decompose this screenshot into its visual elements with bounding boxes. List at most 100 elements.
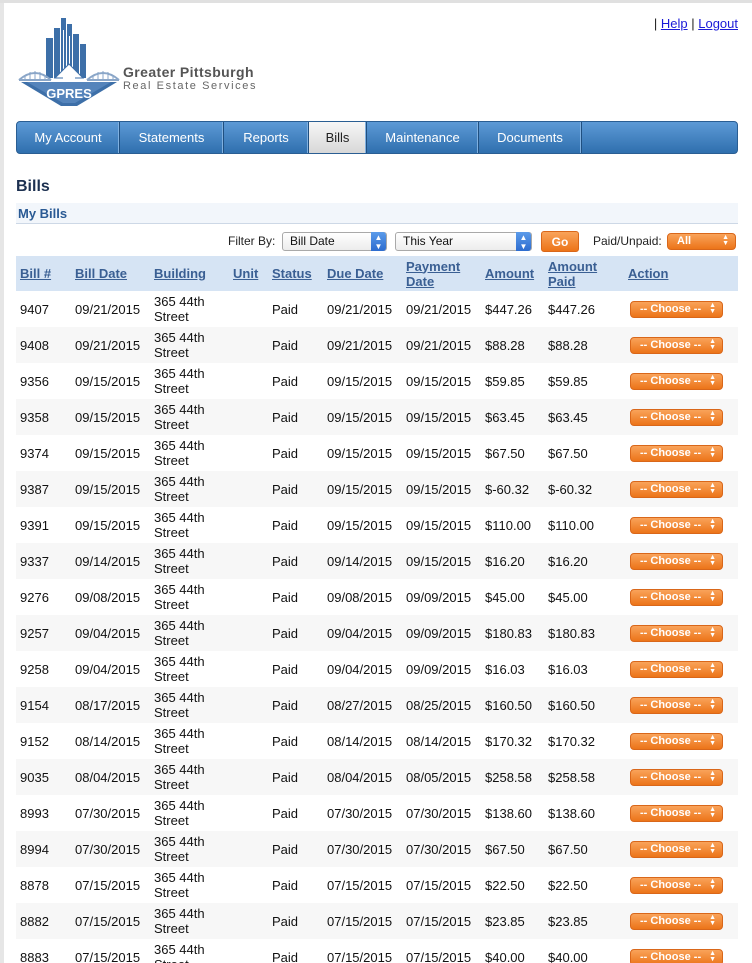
cell-status: Paid <box>272 589 299 605</box>
col-bill-number[interactable]: Bill # <box>20 256 51 291</box>
cell-due-date: 08/04/2015 <box>327 769 393 785</box>
nav-documents[interactable]: Documents <box>479 122 582 153</box>
cell-bill-number: 9374 <box>20 445 49 461</box>
section-title: My Bills <box>18 206 68 221</box>
cell-building: 365 44th Street <box>154 618 205 648</box>
action-select-value: -- Choose -- <box>640 806 702 819</box>
cell-building: 365 44th Street <box>154 474 205 504</box>
cell-amount-paid: $258.58 <box>548 769 595 785</box>
cell-due-date: 09/04/2015 <box>327 625 393 641</box>
table-row: 8882 07/15/2015 365 44th Street Paid 07/15/2… <box>16 903 738 939</box>
cell-amount: $-60.32 <box>485 481 530 497</box>
cell-action: -- Choose -- ▲ ▼ <box>630 327 723 363</box>
gpres-logo[interactable]: GPRES <box>17 16 277 108</box>
go-button[interactable]: Go <box>541 231 579 252</box>
action-select-value: -- Choose -- <box>640 338 702 351</box>
cell-payment-date: 09/09/2015 <box>406 661 472 677</box>
col-payment-date[interactable]: Payment Date <box>406 256 476 291</box>
cell-payment-date: 07/30/2015 <box>406 841 472 857</box>
action-select[interactable]: -- Choose -- ▲ ▼ <box>630 372 723 390</box>
action-select-value: -- Choose -- <box>640 374 702 387</box>
nav-maintenance[interactable]: Maintenance <box>367 122 479 153</box>
col-amount-paid[interactable]: Amount Paid <box>548 256 608 291</box>
action-select-value: -- Choose -- <box>640 302 702 315</box>
col-status[interactable]: Status <box>272 256 312 291</box>
action-select[interactable]: -- Choose -- ▲ ▼ <box>630 552 723 570</box>
col-amount[interactable]: Amount <box>485 256 534 291</box>
table-row: 9258 09/04/2015 365 44th Street Paid 09/04/2… <box>16 651 738 687</box>
action-select-value: -- Choose -- <box>640 590 702 603</box>
cell-due-date: 09/15/2015 <box>327 409 393 425</box>
filter-field-select[interactable]: Bill Date ▲ ▼ <box>282 232 387 251</box>
action-select[interactable]: -- Choose -- ▲ ▼ <box>630 876 723 894</box>
cell-bill-date: 07/15/2015 <box>75 949 141 963</box>
cell-payment-date: 09/15/2015 <box>406 373 472 389</box>
action-select[interactable]: -- Choose -- ▲ ▼ <box>630 480 723 498</box>
cell-action: -- Choose -- ▲ ▼ <box>630 651 723 687</box>
action-select[interactable]: -- Choose -- ▲ ▼ <box>630 336 723 354</box>
col-action[interactable]: Action <box>628 256 668 291</box>
cell-action: -- Choose -- ▲ ▼ <box>630 687 723 723</box>
cell-amount-paid: $40.00 <box>548 949 588 963</box>
nav-reports[interactable]: Reports <box>224 122 309 153</box>
action-select[interactable]: -- Choose -- ▲ ▼ <box>630 840 723 858</box>
cell-due-date: 08/14/2015 <box>327 733 393 749</box>
table-row: 9337 09/14/2015 365 44th Street Paid 09/14/2… <box>16 543 738 579</box>
col-due-date[interactable]: Due Date <box>327 256 383 291</box>
nav-statements[interactable]: Statements <box>120 122 224 153</box>
nav-my-account[interactable]: My Account <box>17 122 120 153</box>
action-select[interactable]: -- Choose -- ▲ ▼ <box>630 948 723 963</box>
action-select[interactable]: -- Choose -- ▲ ▼ <box>630 444 723 462</box>
action-select[interactable]: -- Choose -- ▲ ▼ <box>630 696 723 714</box>
action-select[interactable]: -- Choose -- ▲ ▼ <box>630 588 723 606</box>
cell-action: -- Choose -- ▲ ▼ <box>630 831 723 867</box>
filter-field-value: Bill Date <box>290 234 335 248</box>
cell-amount-paid: $160.50 <box>548 697 595 713</box>
cell-bill-number: 8993 <box>20 805 49 821</box>
table-row: 9152 08/14/2015 365 44th Street Paid 08/14/2… <box>16 723 738 759</box>
col-unit[interactable]: Unit <box>233 256 258 291</box>
select-arrows-icon: ▲ ▼ <box>709 769 716 783</box>
cell-amount-paid: $67.50 <box>548 445 588 461</box>
paid-unpaid-select[interactable]: All ▲ ▼ <box>667 233 736 250</box>
cell-bill-date: 07/15/2015 <box>75 877 141 893</box>
col-bill-date[interactable]: Bill Date <box>75 256 127 291</box>
cell-payment-date: 09/15/2015 <box>406 481 472 497</box>
help-link[interactable]: Help <box>661 16 688 31</box>
action-select[interactable]: -- Choose -- ▲ ▼ <box>630 912 723 930</box>
action-select-value: -- Choose -- <box>640 482 702 495</box>
cell-status: Paid <box>272 949 299 963</box>
filter-period-select[interactable]: This Year ▲ ▼ <box>395 232 532 251</box>
bills-table: Bill # Bill Date Building Unit Status Du… <box>16 256 738 963</box>
select-arrows-icon: ▲ ▼ <box>709 877 716 891</box>
nav-bills[interactable]: Bills <box>309 122 367 153</box>
cell-status: Paid <box>272 769 299 785</box>
cell-amount: $23.85 <box>485 913 525 929</box>
cell-bill-date: 07/15/2015 <box>75 913 141 929</box>
cell-due-date: 07/15/2015 <box>327 913 393 929</box>
action-select[interactable]: -- Choose -- ▲ ▼ <box>630 516 723 534</box>
cell-amount-paid: $45.00 <box>548 589 588 605</box>
action-select-value: -- Choose -- <box>640 950 702 963</box>
col-building[interactable]: Building <box>154 256 206 291</box>
action-select[interactable]: -- Choose -- ▲ ▼ <box>630 804 723 822</box>
cell-payment-date: 09/09/2015 <box>406 625 472 641</box>
logout-link[interactable]: Logout <box>698 16 738 31</box>
cell-bill-number: 9391 <box>20 517 49 533</box>
action-select[interactable]: -- Choose -- ▲ ▼ <box>630 624 723 642</box>
cell-amount-paid: $16.20 <box>548 553 588 569</box>
action-select[interactable]: -- Choose -- ▲ ▼ <box>630 300 723 318</box>
cell-status: Paid <box>272 373 299 389</box>
action-select[interactable]: -- Choose -- ▲ ▼ <box>630 732 723 750</box>
cell-building: 365 44th Street <box>154 870 205 900</box>
cell-status: Paid <box>272 445 299 461</box>
cell-amount: $16.20 <box>485 553 525 569</box>
cell-building: 365 44th Street <box>154 690 205 720</box>
action-select[interactable]: -- Choose -- ▲ ▼ <box>630 660 723 678</box>
cell-building: 365 44th Street <box>154 546 205 576</box>
table-row: 8883 07/15/2015 365 44th Street Paid 07/15/2… <box>16 939 738 963</box>
action-select[interactable]: -- Choose -- ▲ ▼ <box>630 768 723 786</box>
action-select[interactable]: -- Choose -- ▲ ▼ <box>630 408 723 426</box>
select-arrows-icon: ▲ ▼ <box>709 589 716 603</box>
action-select-value: -- Choose -- <box>640 446 702 459</box>
